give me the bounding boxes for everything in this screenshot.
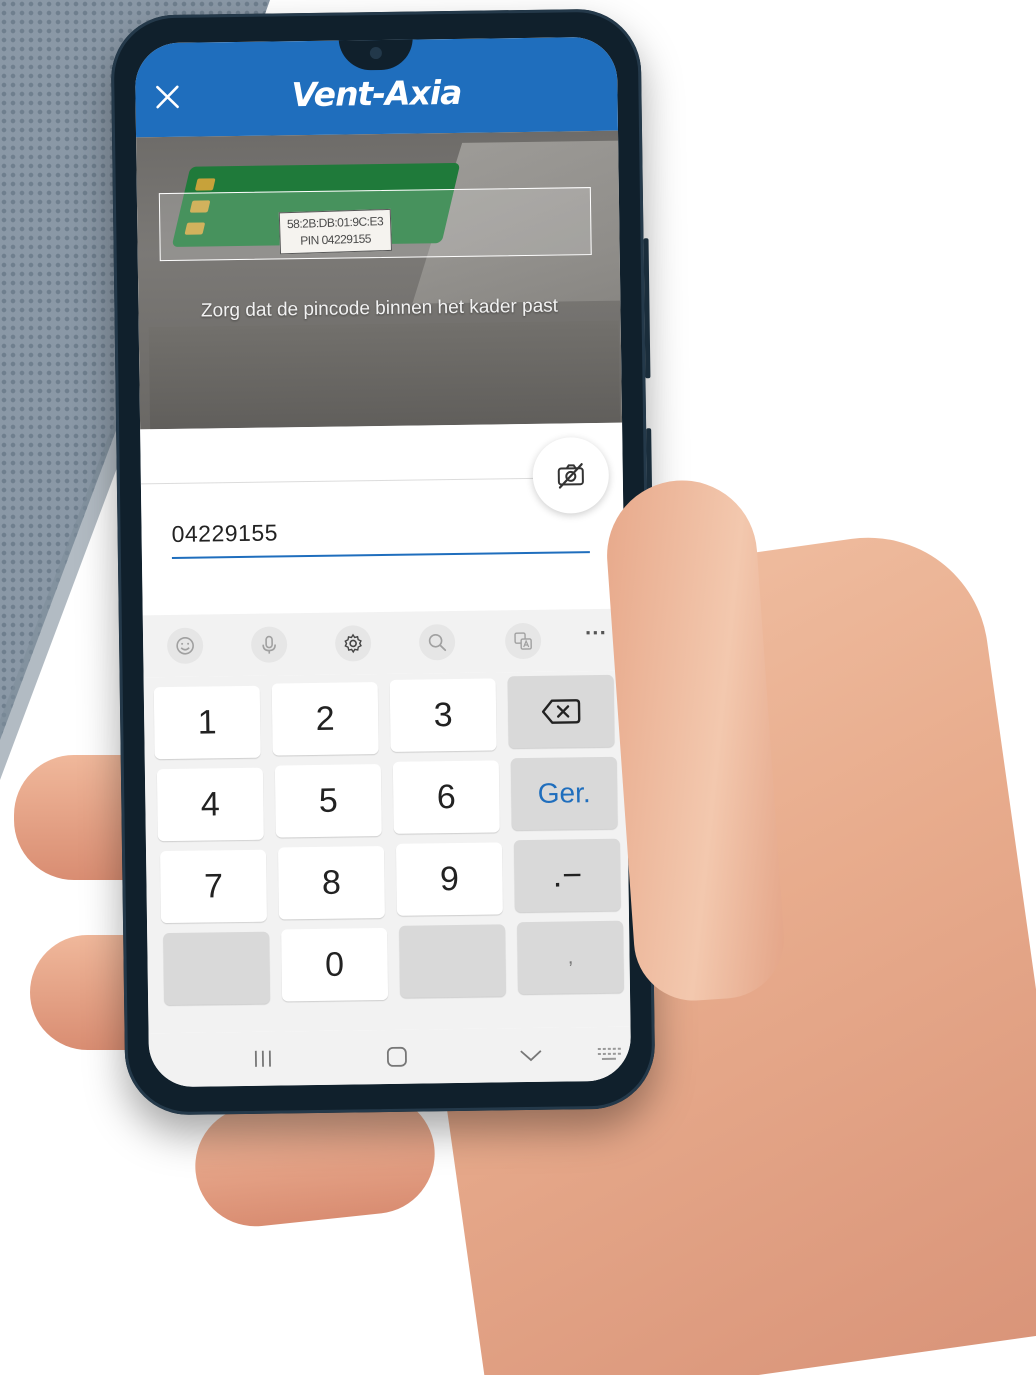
navigation-bar [148, 1026, 632, 1088]
divider [140, 477, 553, 485]
camera-viewfinder: 58:2B:DB:01:9C:E3 PIN 04229155 Zorg dat … [136, 130, 623, 430]
keyboard-icon [597, 1047, 621, 1060]
board-contact [194, 178, 216, 191]
key-6[interactable]: 6 [392, 760, 500, 834]
camera-background-object [148, 320, 621, 430]
pin-form [140, 422, 625, 616]
home-icon [386, 1046, 407, 1067]
keyboard-settings-button[interactable] [334, 625, 372, 662]
key-8[interactable]: 8 [277, 846, 385, 920]
translate-button[interactable] [504, 622, 542, 660]
pin-input[interactable] [171, 511, 590, 559]
keyboard-search-button[interactable] [418, 624, 456, 661]
done-key[interactable]: Ger. [510, 756, 618, 831]
comma-key[interactable]: , [517, 920, 625, 995]
keyboard-toolbar: ··· [142, 608, 626, 678]
recent-apps-icon [254, 1050, 271, 1067]
voice-input-button[interactable] [250, 626, 288, 663]
hide-keyboard-button[interactable] [511, 1038, 551, 1073]
empty-key [163, 931, 271, 1006]
volume-button [643, 238, 651, 379]
key-7[interactable]: 7 [160, 849, 268, 924]
hide-keyboard-icon [520, 1050, 542, 1062]
dot-dash-key[interactable]: .− [513, 838, 621, 913]
key-4[interactable]: 4 [156, 767, 264, 842]
more-options-button[interactable]: ··· [581, 620, 611, 653]
keyboard-switch-button[interactable] [589, 1037, 629, 1072]
phone-screen: Vent-Axia 58:2B:DB:01:9C:E3 PIN 04229155… [134, 36, 632, 1088]
home-button[interactable] [377, 1040, 417, 1075]
key-9[interactable]: 9 [395, 842, 503, 916]
microphone-icon [262, 635, 276, 654]
settings-icon [344, 633, 362, 654]
key-3[interactable]: 3 [389, 678, 497, 752]
numeric-keyboard: 1 2 3 4 5 6 Ger. 7 8 9 .− 0 , [143, 670, 631, 1034]
key-0[interactable]: 0 [281, 927, 389, 1002]
key-2[interactable]: 2 [271, 682, 379, 756]
empty-key [399, 924, 507, 998]
camera-toggle-button[interactable] [532, 436, 610, 514]
emoji-button[interactable] [166, 627, 204, 665]
backspace-key[interactable] [507, 674, 615, 749]
brand-logo: Vent-Axia [291, 72, 462, 115]
scan-frame [158, 187, 592, 262]
emoji-icon [176, 636, 194, 655]
phone: Vent-Axia 58:2B:DB:01:9C:E3 PIN 04229155… [110, 8, 656, 1116]
key-1[interactable]: 1 [153, 685, 261, 760]
backspace-icon [541, 699, 581, 724]
camera-off-icon [557, 463, 584, 489]
scan-hint: Zorg dat de pincode binnen het kader pas… [200, 295, 559, 322]
search-icon [428, 633, 447, 652]
key-5[interactable]: 5 [274, 764, 382, 838]
translate-icon [514, 632, 532, 650]
recent-apps-button[interactable] [243, 1041, 283, 1076]
